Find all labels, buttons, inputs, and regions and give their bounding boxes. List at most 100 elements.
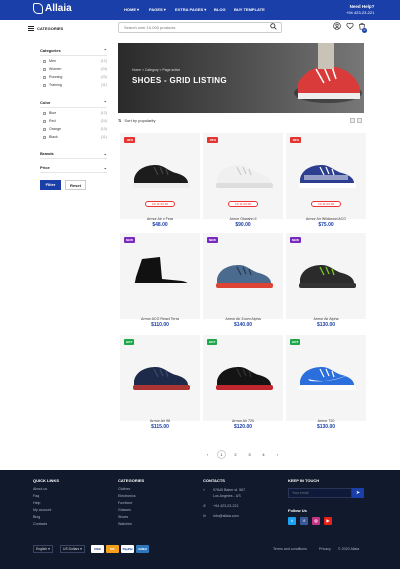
checkbox[interactable] [43,119,46,123]
product-image[interactable] [211,355,275,395]
user-icon[interactable] [332,22,341,31]
filter-option[interactable]: Men (12) [43,59,107,63]
product-card[interactable]: -50% 1D 11:26:36 [203,133,283,219]
filter-option-count: (24) [100,67,107,71]
twitter-icon[interactable]: t [288,517,296,525]
footer-link[interactable]: Blog [33,515,40,519]
checkbox[interactable] [43,59,46,63]
product-card[interactable]: NEW [120,233,200,319]
filter-option[interactable]: Blue (12) [43,111,107,115]
page-2[interactable]: 2 [231,450,240,459]
checkbox[interactable] [43,135,46,139]
product-name[interactable]: Armor ACG React Terra [120,317,200,321]
checkbox[interactable] [43,67,46,71]
footer-link[interactable]: My account [33,508,51,512]
product-name[interactable]: Armor Air Wildwood ACG [286,217,366,221]
product-image[interactable] [211,253,275,293]
product-image[interactable] [294,253,358,293]
footer-link[interactable]: Shoes [118,515,128,519]
checkbox[interactable] [43,127,46,131]
filter-color-header[interactable]: Color ⌃ [40,100,107,105]
filter-option[interactable]: Black (11) [43,135,107,139]
footer-link[interactable]: Help [33,501,40,505]
product-image[interactable] [128,355,192,395]
filter-brands-header[interactable]: Brands ⌄ [40,151,107,156]
checkbox[interactable] [43,111,46,115]
checkbox[interactable] [43,83,46,87]
contact-email[interactable]: info@allaia.com [213,514,239,518]
footer-link[interactable]: Faq [33,494,39,498]
nav-buy-template-label: BUY TEMPLATE [234,7,265,12]
product-name[interactable]: Armor Air Alpha [286,317,366,321]
checkbox[interactable] [43,75,46,79]
newsletter-email-input[interactable] [288,488,352,498]
product-name[interactable]: Armor Air 98 [120,419,200,423]
filter-option[interactable]: Orange (10) [43,127,107,131]
nav-home[interactable]: HOME ▾ [124,7,139,12]
footer-link[interactable]: Watches [118,522,132,526]
product-card[interactable]: HOT [286,335,366,421]
product-card[interactable]: -60% 1D 11:26:36 [286,133,366,219]
currency-select[interactable]: US Dollars ▾ [60,545,85,553]
product-card[interactable]: HOT [203,335,283,421]
product-name[interactable]: Armor 720 [286,419,366,423]
product-card[interactable]: -30% 1D 11:26:36 [120,133,200,219]
product-name[interactable]: Armor Air x Fear [120,217,200,221]
page-prev[interactable]: ‹ [203,450,212,459]
footer-link[interactable]: Contacts [33,522,47,526]
filter-option-label: Orange [49,127,61,131]
filter-option[interactable]: Red (24) [43,119,107,123]
page-4[interactable]: 4 [259,450,268,459]
product-card[interactable]: HOT [120,335,200,421]
product-image[interactable] [294,153,358,193]
newsletter-submit-button[interactable]: ➤ [352,488,364,498]
heart-icon[interactable] [345,22,354,31]
product-name[interactable]: Armor Air 720 [203,419,283,423]
footer-link[interactable]: Glasses [118,508,131,512]
product-image[interactable] [128,253,192,293]
breadcrumb[interactable]: Home > Category > Page active [132,68,180,72]
contact-phone[interactable]: +94 423-23-221 [213,504,238,508]
filter-price-header[interactable]: Price ⌄ [40,165,107,170]
footer-link[interactable]: Clothes [118,487,130,491]
language-select[interactable]: English ▾ [33,545,53,553]
product-card[interactable]: NEW [203,233,283,319]
footer-link[interactable]: Furniture [118,501,132,505]
filter-option[interactable]: Women (24) [43,67,107,71]
grid-view-icon[interactable] [350,118,355,123]
divider [40,172,107,173]
product-image[interactable] [294,355,358,395]
page-1[interactable]: 1 [217,450,226,459]
instagram-icon[interactable]: ◎ [312,517,320,525]
page-3[interactable]: 3 [245,450,254,459]
nav-pages[interactable]: PAGES ▾ [149,7,166,12]
search-input[interactable] [118,22,282,33]
filter-option[interactable]: Training (11) [43,83,107,87]
youtube-icon[interactable]: ▶ [324,517,332,525]
facebook-icon[interactable]: f [300,517,308,525]
search-icon[interactable] [270,23,277,32]
brand-logo[interactable]: Allaia [33,3,72,14]
product-image[interactable] [211,153,275,193]
nav-buy-template[interactable]: BUY TEMPLATE [234,7,265,12]
reset-button[interactable]: Reset [65,180,86,190]
product-name[interactable]: Armor Okwahn II [203,217,283,221]
filter-categories-header[interactable]: Categories ⌃ [40,48,107,53]
filter-option[interactable]: Running (23) [43,75,107,79]
nav-blog[interactable]: BLOG [214,7,226,12]
page-next[interactable]: › [273,450,282,459]
footer-privacy-link[interactable]: Privacy [319,547,331,551]
footer-link[interactable]: Electronics [118,494,136,498]
footer-terms-link[interactable]: Terms and conditions [273,547,307,551]
product-card[interactable]: NEW [286,233,366,319]
footer-link[interactable]: About us [33,487,47,491]
product-name[interactable]: Armor Air Zoom Alpha [203,317,283,321]
filter-categories-title: Categories [40,48,61,53]
nav-extra-pages[interactable]: EXTRA PAGES ▾ [175,7,206,12]
list-view-icon[interactable] [357,118,362,123]
filter-button[interactable]: Filter [40,180,61,190]
product-image[interactable] [128,153,192,193]
sort-select[interactable]: ⇅ Sort by popularity [118,118,156,123]
categories-menu-button[interactable]: CATEGORIES [28,22,63,34]
help-contact[interactable]: Need Help? +94 423-23-221 [346,4,374,16]
